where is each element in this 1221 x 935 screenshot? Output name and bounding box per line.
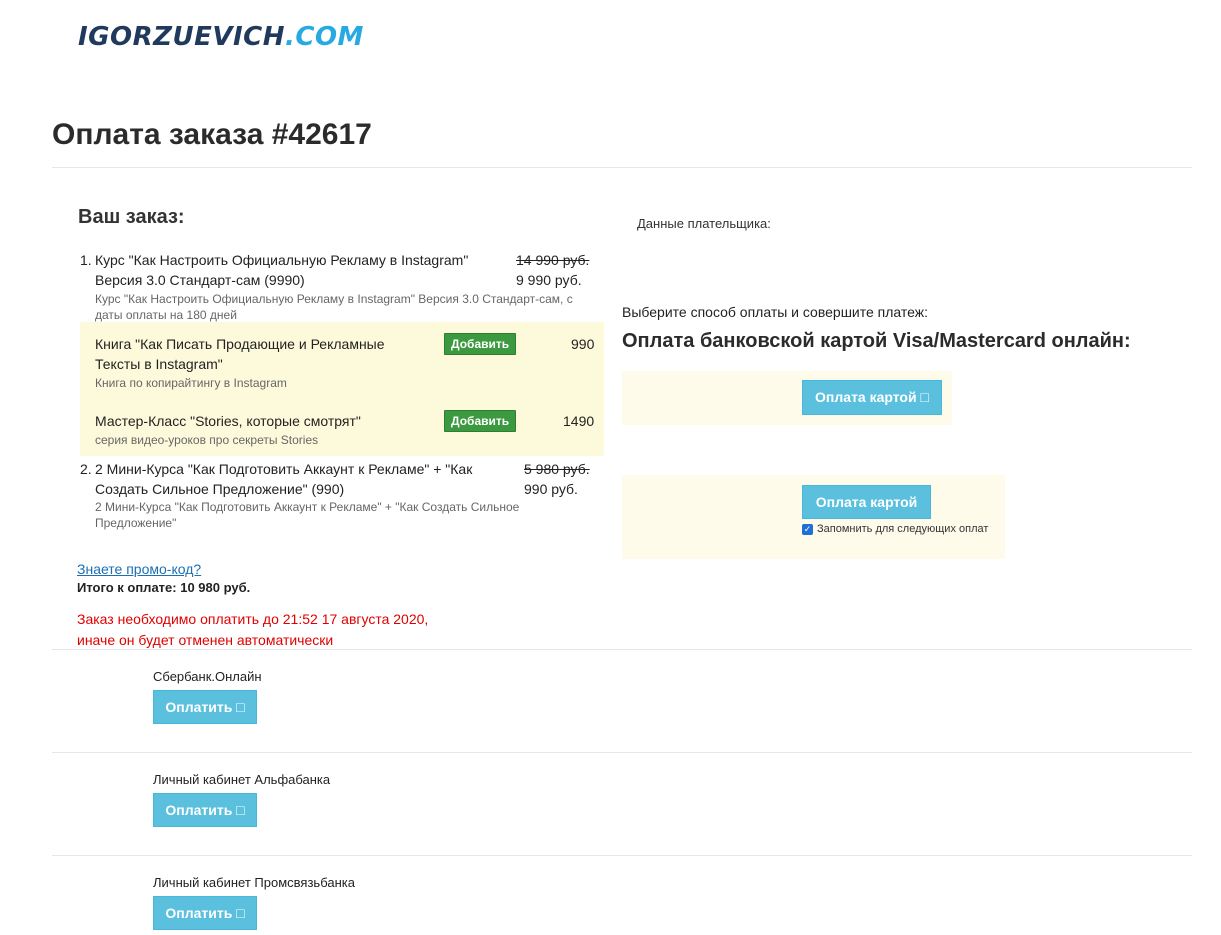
upsell-2-desc: серия видео-уроков про секреты Stories xyxy=(95,433,319,447)
payment-deadline-warning: Заказ необходимо оплатить до 21:52 17 ав… xyxy=(77,609,428,651)
upsell-1-add-button[interactable]: Добавить xyxy=(444,333,517,355)
promo-code-link[interactable]: Знаете промо-код? xyxy=(77,561,201,577)
bank-promsvyazbank-label: Личный кабинет Промсвязьбанка xyxy=(153,875,355,890)
upsell-2-price: 1490 xyxy=(563,413,595,429)
title-divider xyxy=(52,167,1192,168)
warning-line-1: Заказ необходимо оплатить до 21:52 17 ав… xyxy=(77,611,429,627)
order-item-1-old-price: 14 990 руб. xyxy=(516,252,590,268)
page-title: Оплата заказа #42617 xyxy=(52,118,372,151)
order-item-2-price: 990 руб. xyxy=(524,481,578,497)
order-item-1-desc-line2: даты оплаты на 180 дней xyxy=(95,308,237,322)
card-pay-button-1[interactable]: Оплата картой □ xyxy=(802,380,942,415)
upsell-1-name-line1: Книга "Как Писать Продающие и Рекламные xyxy=(95,336,385,352)
logo-main: IGORZUEVICH xyxy=(78,22,285,52)
warning-line-2: иначе он будет отменен автоматически xyxy=(77,632,334,648)
bank-divider-2 xyxy=(52,855,1192,856)
remember-card-option[interactable]: ✓ Запомнить для следующих оплат xyxy=(802,523,988,535)
order-item-2-old-price: 5 980 руб. xyxy=(524,461,590,477)
order-item-2-name-line1: 2 Мини-Курса "Как Подготовить Аккаунт к … xyxy=(95,461,473,477)
site-logo[interactable]: IGORZUEVICH.COM xyxy=(78,22,364,52)
pay-alfabank-button[interactable]: Оплатить □ xyxy=(153,793,257,827)
pay-promsvyazbank-button[interactable]: Оплатить □ xyxy=(153,896,257,930)
pay-sberbank-button[interactable]: Оплатить □ xyxy=(153,690,257,724)
upsell-2-add-button[interactable]: Добавить xyxy=(444,410,517,432)
remember-label: Запомнить для следующих оплат xyxy=(817,523,989,535)
order-title: Ваш заказ: xyxy=(78,206,185,228)
bank-divider-1 xyxy=(52,752,1192,753)
card-pay-button-2[interactable]: Оплата картой xyxy=(802,485,931,519)
upsell-1-desc: Книга по копирайтингу в Instagram xyxy=(95,376,287,390)
banks-divider xyxy=(52,649,1192,650)
card-payment-title: Оплата банковской картой Visa/Mastercard… xyxy=(622,330,1131,352)
order-item-2-number: 2. xyxy=(80,461,92,477)
bank-sberbank-label: Сбербанк.Онлайн xyxy=(153,669,262,684)
upsell-1-price: 990 xyxy=(571,336,595,352)
bank-alfabank-label: Личный кабинет Альфабанка xyxy=(153,772,331,787)
order-item-2-name-line2: Создать Сильное Предложение" (990) xyxy=(95,481,345,497)
order-total: Итого к оплате: 10 980 руб. xyxy=(77,580,251,595)
payer-data-label: Данные плательщика: xyxy=(637,216,771,231)
order-item-2-desc-line2: Предложение" xyxy=(95,516,177,530)
upsell-1-name-line2: Тексты в Instagram" xyxy=(95,356,223,372)
choose-payment-label: Выберите способ оплаты и совершите плате… xyxy=(622,304,929,320)
remember-checkbox[interactable]: ✓ xyxy=(802,523,813,535)
order-item-1-name-line1: Курс "Как Настроить Официальную Рекламу … xyxy=(95,252,469,268)
logo-suffix: .COM xyxy=(285,22,364,52)
order-item-2-desc-line1: 2 Мини-Курса "Как Подготовить Аккаунт к … xyxy=(95,500,520,514)
order-item-1-name-line2: Версия 3.0 Стандарт-сам (9990) xyxy=(95,272,305,288)
order-item-1-desc-line1: Курс "Как Настроить Официальную Рекламу … xyxy=(95,292,573,306)
order-item-1-price: 9 990 руб. xyxy=(516,272,582,288)
upsell-2-name-line1: Мастер-Класс "Stories, которые смотрят" xyxy=(95,413,361,429)
order-item-1-number: 1. xyxy=(80,252,92,268)
